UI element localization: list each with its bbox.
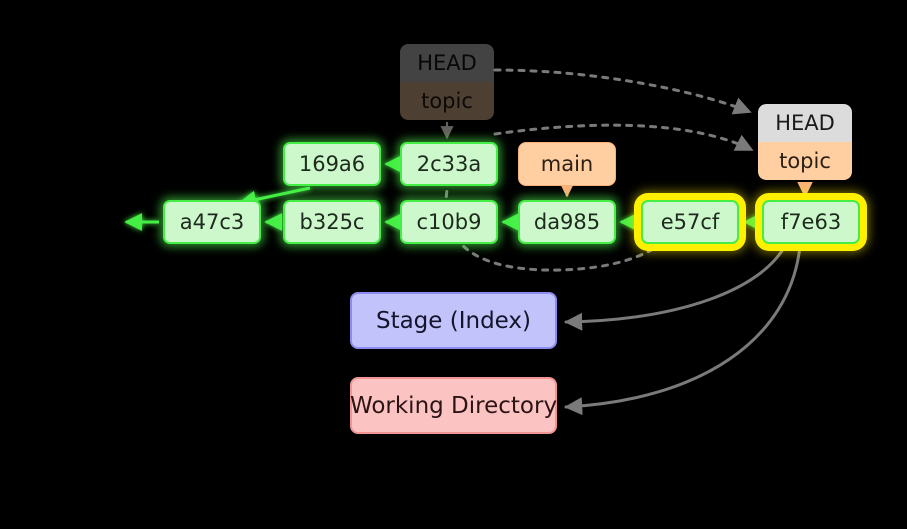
commit-node-b325c[interactable]: b325c (283, 200, 381, 244)
commit-node-2c33a[interactable]: 2c33a (400, 142, 498, 186)
branch-label-main[interactable]: main (518, 142, 616, 186)
commit-label-2c33a: 2c33a (416, 152, 482, 176)
edge-f7e63-workdir (564, 244, 802, 416)
stage-index-label: Stage (Index) (375, 307, 532, 334)
commit-label-f7e63: f7e63 (780, 210, 842, 234)
edge-f7e63-stage (564, 244, 787, 331)
topic-label-ghost: topic (400, 82, 494, 120)
head-label-current: HEAD (758, 104, 852, 142)
commit-label-b325c: b325c (299, 210, 365, 234)
branch-label-main-text: main (540, 152, 594, 176)
stage-index-box[interactable]: Stage (Index) (350, 292, 557, 349)
working-directory-label: Working Directory (349, 392, 558, 419)
commit-label-c10b9: c10b9 (416, 210, 482, 234)
commit-node-169a6[interactable]: 169a6 (283, 142, 381, 186)
commit-node-c10b9[interactable]: c10b9 (400, 200, 498, 244)
commit-label-169a6: 169a6 (298, 152, 366, 176)
commit-node-a47c3[interactable]: a47c3 (163, 200, 261, 244)
head-label-ghost: HEAD (400, 44, 494, 82)
commit-label-e57cf: e57cf (660, 210, 720, 234)
edge-headghost-headcurrent (493, 68, 752, 115)
head-pointer-ghost: HEAD topic (400, 44, 494, 120)
commit-node-da985[interactable]: da985 (518, 200, 616, 244)
commit-label-da985: da985 (533, 210, 601, 234)
commit-node-f7e63[interactable]: f7e63 (762, 200, 860, 244)
commit-node-e57cf[interactable]: e57cf (641, 200, 739, 244)
head-pointer-current[interactable]: HEAD topic (758, 104, 852, 180)
topic-label-current: topic (758, 142, 852, 180)
working-directory-box[interactable]: Working Directory (350, 377, 557, 434)
commit-label-a47c3: a47c3 (179, 210, 245, 234)
git-diagram-canvas: HEAD topic HEAD topic main 169a6 2c33a a… (0, 0, 907, 529)
